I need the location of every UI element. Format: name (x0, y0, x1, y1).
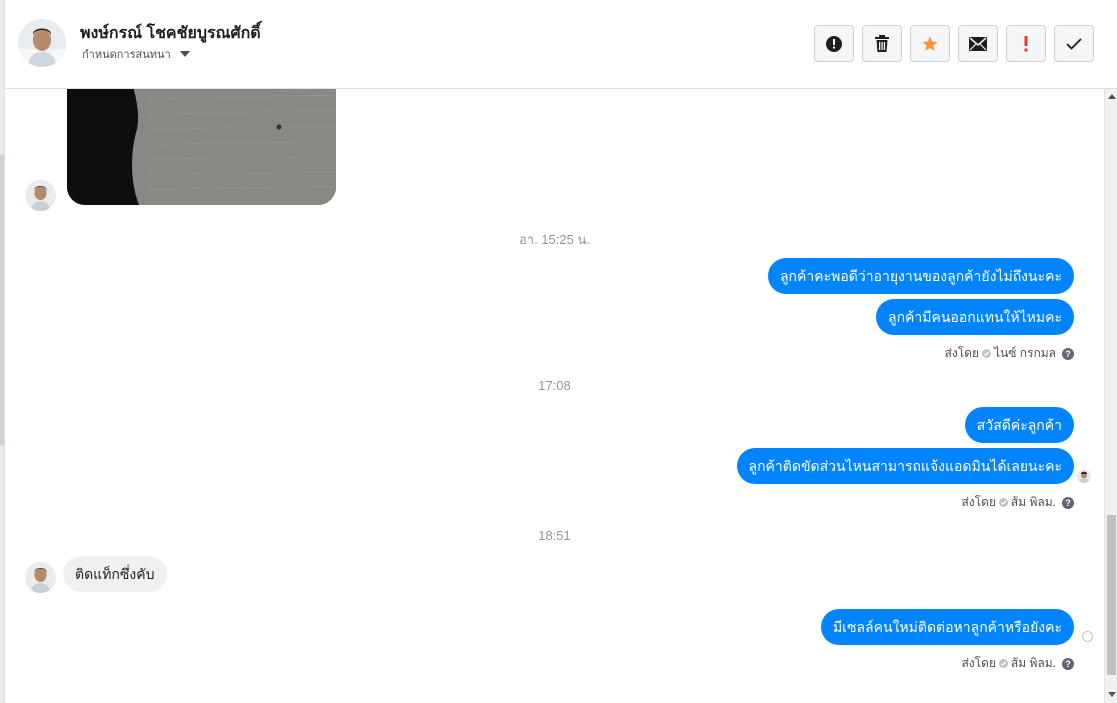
delete-button[interactable] (862, 25, 902, 62)
star-icon (922, 36, 938, 51)
conversation-actions (814, 25, 1094, 62)
conversation-header: พงษ์กรณ์ โชคชัยบูรณศักดิ์ กำหนดการสนทนา (5, 0, 1117, 89)
left-scrollbar-thumb[interactable] (0, 155, 4, 445)
timestamp: อา. 15:25 น. (519, 232, 590, 247)
seen-avatar-icon (1077, 469, 1091, 483)
help-icon[interactable]: ? (1062, 496, 1074, 509)
sender-name[interactable]: ส้ม พิลม. (1011, 493, 1056, 512)
mark-done-button[interactable] (1054, 25, 1094, 62)
sent-by-label: ส่งโดย ส้ม พิลม. ? (961, 654, 1074, 673)
sent-by-label: ส่งโดย ส้ม พิลม. ? (961, 493, 1074, 512)
follow-up-button[interactable] (1006, 25, 1046, 62)
assign-conversation-dropdown[interactable]: กำหนดการสนทนา (82, 45, 190, 63)
verified-icon (982, 349, 992, 358)
chevron-down-icon (179, 51, 190, 57)
envelope-icon (969, 36, 987, 51)
sent-by-prefix: ส่งโดย (961, 656, 996, 670)
scroll-down-arrow-icon[interactable] (1108, 692, 1116, 697)
star-button[interactable] (910, 25, 950, 62)
assign-label: กำหนดการสนทนา (82, 49, 171, 61)
avatar[interactable] (25, 180, 56, 211)
outgoing-message[interactable]: มีเซลล์คนใหม่ติดต่อหาลูกค้าหรือยังคะ (820, 609, 1074, 645)
sent-by-prefix: ส่งโดย (961, 495, 996, 509)
outgoing-message[interactable]: ลูกค้ามีคนออกแทนให้ไหมคะ (875, 299, 1074, 335)
outgoing-message[interactable]: ลูกค้าคะพอดีว่าอายุงานของลูกค้ายังไม่ถึง… (767, 258, 1074, 294)
scrollbar-thumb[interactable] (1107, 515, 1116, 675)
vertical-scrollbar[interactable] (1104, 89, 1117, 703)
incoming-message[interactable]: ติดแท็กซึ่งคับ (63, 556, 167, 592)
contact-name: พงษ์กรณ์ โชคชัยบูรณศักดิ์ (80, 25, 261, 42)
delivered-icon (1082, 631, 1093, 642)
verified-icon (998, 498, 1008, 507)
exclamation-icon (1024, 35, 1028, 51)
mark-unread-button[interactable] (958, 25, 998, 62)
mark-spam-button[interactable] (814, 25, 854, 62)
sent-by-label: ส่งโดย ไนซ์ กรกมล ? (945, 344, 1074, 363)
sender-name[interactable]: ไนซ์ กรกมล (994, 344, 1056, 363)
avatar[interactable] (25, 562, 56, 593)
outgoing-message[interactable]: ลูกค้าติดขัดส่วนไหนสามารถแจ้งแอดมินได้เล… (736, 448, 1074, 484)
help-icon[interactable]: ? (1062, 347, 1074, 360)
avatar[interactable] (18, 19, 66, 67)
sent-by-prefix: ส่งโดย (944, 346, 980, 360)
timestamp: 17:08 (538, 378, 571, 393)
verified-icon (998, 659, 1008, 668)
timestamp: 18:51 (538, 528, 571, 543)
help-icon[interactable]: ? (1062, 657, 1074, 670)
outgoing-message[interactable]: สวัสดีค่ะลูกค้า (964, 407, 1074, 443)
check-icon (1066, 37, 1082, 50)
alert-circle-icon (826, 35, 842, 52)
message-thread[interactable]: อา. 15:25 น. ลูกค้าคะพอดีว่าอายุงานของลู… (5, 89, 1104, 703)
sender-name[interactable]: ส้ม พิลม. (1011, 654, 1056, 673)
trash-icon (875, 34, 889, 52)
scroll-up-arrow-icon[interactable] (1108, 94, 1116, 99)
photo-attachment[interactable] (67, 89, 336, 205)
